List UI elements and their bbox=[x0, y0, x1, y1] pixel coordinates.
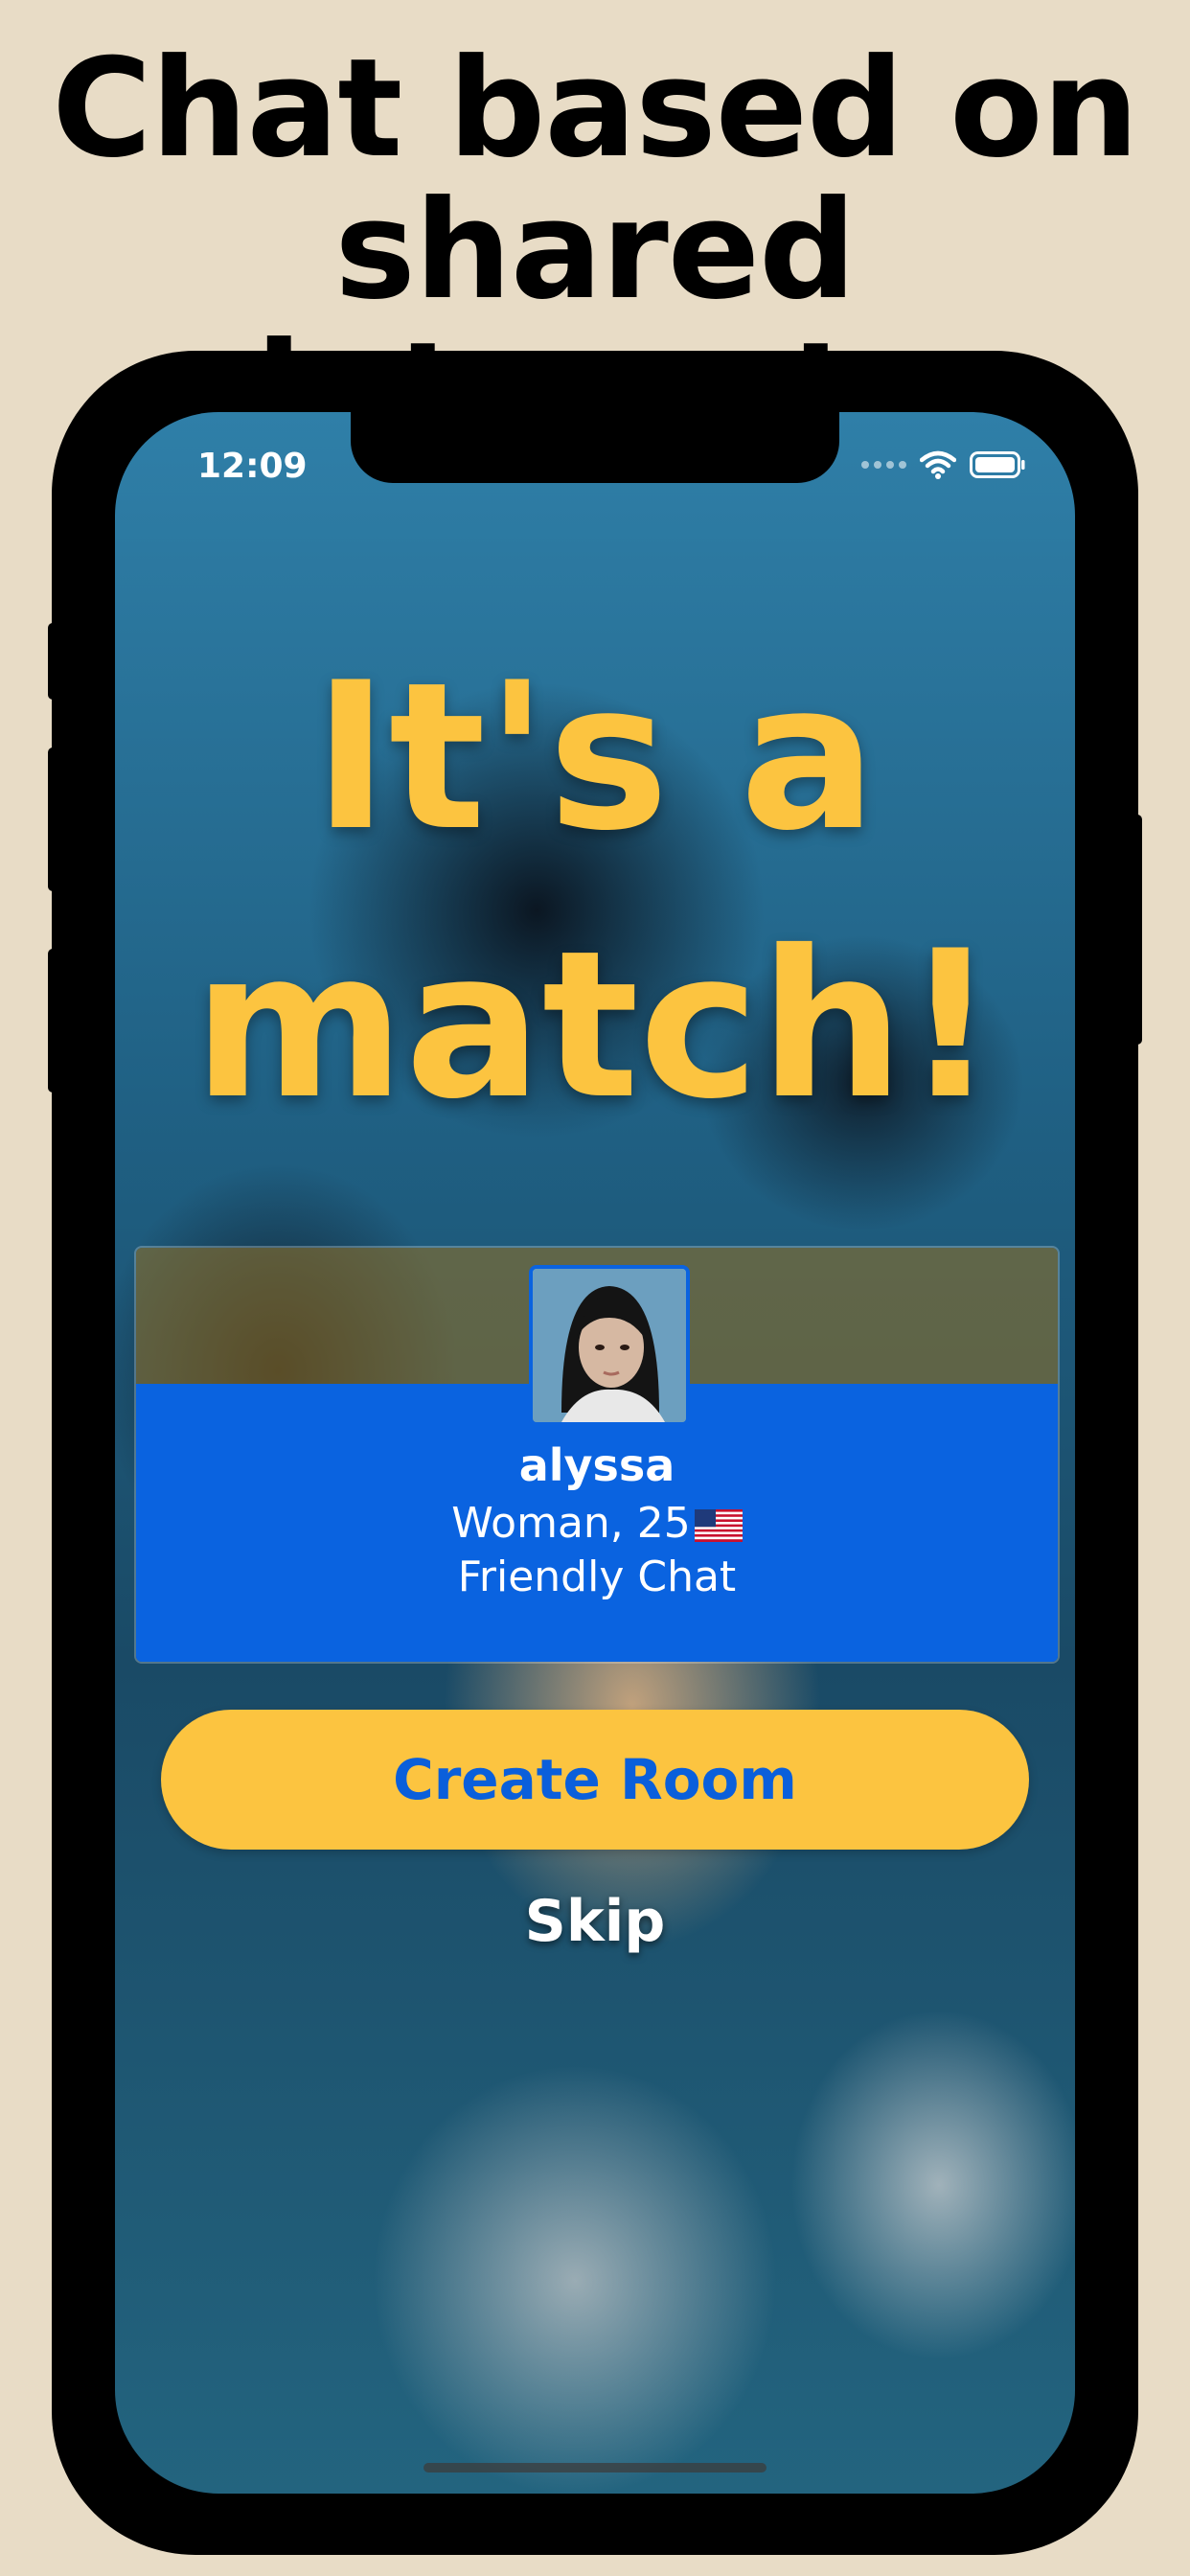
profile-interest: Friendly Chat bbox=[457, 1552, 737, 1601]
phone-notch bbox=[351, 412, 839, 483]
avatar[interactable] bbox=[529, 1265, 690, 1426]
app-screen: 12:09 It's a match! alyssa Woman, 25 Fri… bbox=[115, 412, 1075, 2494]
home-indicator[interactable] bbox=[423, 2463, 767, 2472]
profile-details-row: Woman, 25 bbox=[136, 1499, 1058, 1548]
phone-side-button-mute bbox=[48, 623, 57, 700]
status-time: 12:09 bbox=[197, 447, 308, 486]
profile-card[interactable]: alyssa Woman, 25 Friendly Chat bbox=[134, 1246, 1060, 1664]
wifi-icon bbox=[920, 450, 956, 479]
phone-side-button-volume-up bbox=[48, 748, 57, 891]
battery-icon bbox=[970, 451, 1025, 478]
promo-headline-line1: Chat based on bbox=[52, 30, 1138, 188]
phone-side-button-volume-down bbox=[48, 949, 57, 1092]
match-title: It's a match! bbox=[115, 623, 1075, 1160]
status-icons bbox=[861, 450, 1025, 479]
signal-icon bbox=[861, 461, 906, 469]
match-title-line2: match! bbox=[193, 907, 997, 1143]
match-title-line1: It's a bbox=[312, 638, 878, 875]
us-flag-icon bbox=[694, 1509, 743, 1542]
create-room-button[interactable]: Create Room bbox=[161, 1710, 1029, 1850]
phone-side-button-power bbox=[1133, 815, 1142, 1045]
profile-name: alyssa bbox=[518, 1439, 675, 1491]
skip-button-label: Skip bbox=[524, 1888, 666, 1955]
avatar-portrait-icon bbox=[533, 1269, 686, 1422]
create-room-button-label: Create Room bbox=[393, 1747, 797, 1812]
profile-details: Woman, 25 bbox=[451, 1499, 691, 1548]
skip-button[interactable]: Skip bbox=[115, 1888, 1075, 1955]
